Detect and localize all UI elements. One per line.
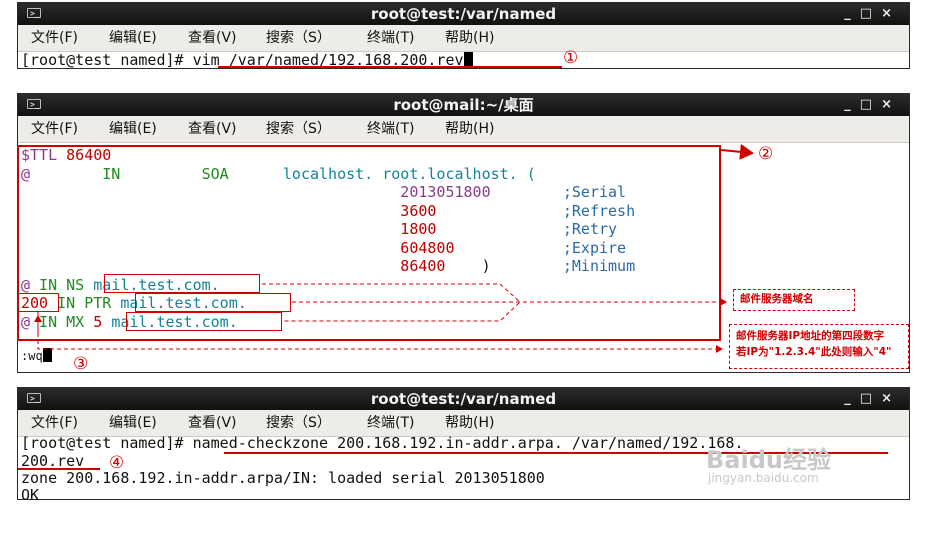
menu-view[interactable]: 查看(V) [188,116,237,142]
menu-file[interactable]: 文件(F) [31,25,78,51]
command-text: named-checkzone 200.168.192.in-addr.arpa… [183,434,744,452]
window-controls: _□× [844,389,901,409]
title-bar: >_ root@test:/var/named _□× [18,388,909,410]
annotation-underline [18,468,100,470]
menu-bar: 文件(F) 编辑(E) 查看(V) 搜索（S） 终端(T) 帮助(H) [18,116,909,143]
mx-target-box [126,312,282,331]
baidu-watermark-url: jingyan.baidu.com [708,471,819,485]
maximize-button[interactable]: □ [860,6,881,21]
shell-prompt: [root@test named]# [21,434,184,452]
step-marker: ② [758,144,774,164]
note-text: 若IP为"1.2.3.4"此处则输入"4" [736,346,892,358]
command-wrap-text: 200.rev [21,451,85,470]
text-cursor [463,52,473,67]
output-text: OK [21,486,40,504]
window-controls: _□× [844,95,901,115]
window-title: root@test:/var/named [370,5,557,23]
menu-terminal[interactable]: 终端(T) [367,25,414,51]
note-text: 邮件服务器IP地址的第四段数字 [736,330,885,342]
command-line: [root@test named]# named-checkzone 200.1… [21,434,743,453]
text-cursor [42,348,52,362]
zone-records-highlight-box [17,145,721,341]
title-bar: >_ root@mail:~/桌面 _□× [18,94,909,116]
annotation-underline [218,66,562,68]
menu-file[interactable]: 文件(F) [31,410,78,436]
window-title: root@mail:~/桌面 [393,96,534,114]
ptr-target-box [135,293,291,312]
menu-bar: 文件(F) 编辑(E) 查看(V) 搜索（S） 终端(T) 帮助(H) [18,25,909,52]
ns-target-box [104,274,260,293]
menu-edit[interactable]: 编辑(E) [109,116,157,142]
note-text: 邮件服务器域名 [740,293,814,305]
output-text: zone 200.168.192.in-addr.arpa/IN: loaded… [21,469,545,487]
menu-terminal[interactable]: 终端(T) [367,116,414,142]
menu-edit[interactable]: 编辑(E) [109,410,157,436]
menu-help[interactable]: 帮助(H) [445,116,494,142]
window-controls: _□× [844,4,901,24]
baidu-watermark: Baidu经验 [706,440,831,475]
step-marker: ④ [109,453,125,473]
close-button[interactable]: × [881,97,901,112]
vim-command: :wq [21,349,43,363]
output-line: OK [21,486,39,505]
menu-file[interactable]: 文件(F) [31,116,78,142]
menu-bar: 文件(F) 编辑(E) 查看(V) 搜索（S） 终端(T) 帮助(H) [18,410,909,437]
step-marker: ① [563,48,579,68]
menu-view[interactable]: 查看(V) [188,410,237,436]
close-button[interactable]: × [881,391,901,406]
menu-view[interactable]: 查看(V) [188,25,237,51]
terminal-window-1: >_ root@test:/var/named _□× 文件(F) 编辑(E) … [17,2,910,69]
shell-prompt: [root@test named]# [21,51,184,69]
mail-domain-note: 邮件服务器域名 [733,289,855,311]
minimize-button[interactable]: _ [844,391,860,406]
menu-edit[interactable]: 编辑(E) [109,25,157,51]
menu-search[interactable]: 搜索（S） [266,410,331,436]
ptr-number-box [18,293,59,312]
output-line: zone 200.168.192.in-addr.arpa/IN: loaded… [21,469,545,488]
maximize-button[interactable]: □ [860,97,881,112]
menu-help[interactable]: 帮助(H) [445,410,494,436]
menu-help[interactable]: 帮助(H) [445,25,494,51]
menu-terminal[interactable]: 终端(T) [367,410,414,436]
watermark-url: jingyan.baidu.com [708,471,819,485]
window-title: root@test:/var/named [370,390,557,408]
maximize-button[interactable]: □ [860,391,881,406]
ip-octet-note: 邮件服务器IP地址的第四段数字 若IP为"1.2.3.4"此处则输入"4" [729,324,909,369]
minimize-button[interactable]: _ [844,6,860,21]
menu-search[interactable]: 搜索（S） [266,116,331,142]
menu-search[interactable]: 搜索（S） [266,25,331,51]
title-bar: >_ root@test:/var/named _□× [18,3,909,25]
vim-command-line: :wq [21,347,52,366]
watermark-brand: Baidu经验 [706,446,831,474]
close-button[interactable]: × [881,6,901,21]
step-marker: ③ [73,354,89,374]
minimize-button[interactable]: _ [844,97,860,112]
